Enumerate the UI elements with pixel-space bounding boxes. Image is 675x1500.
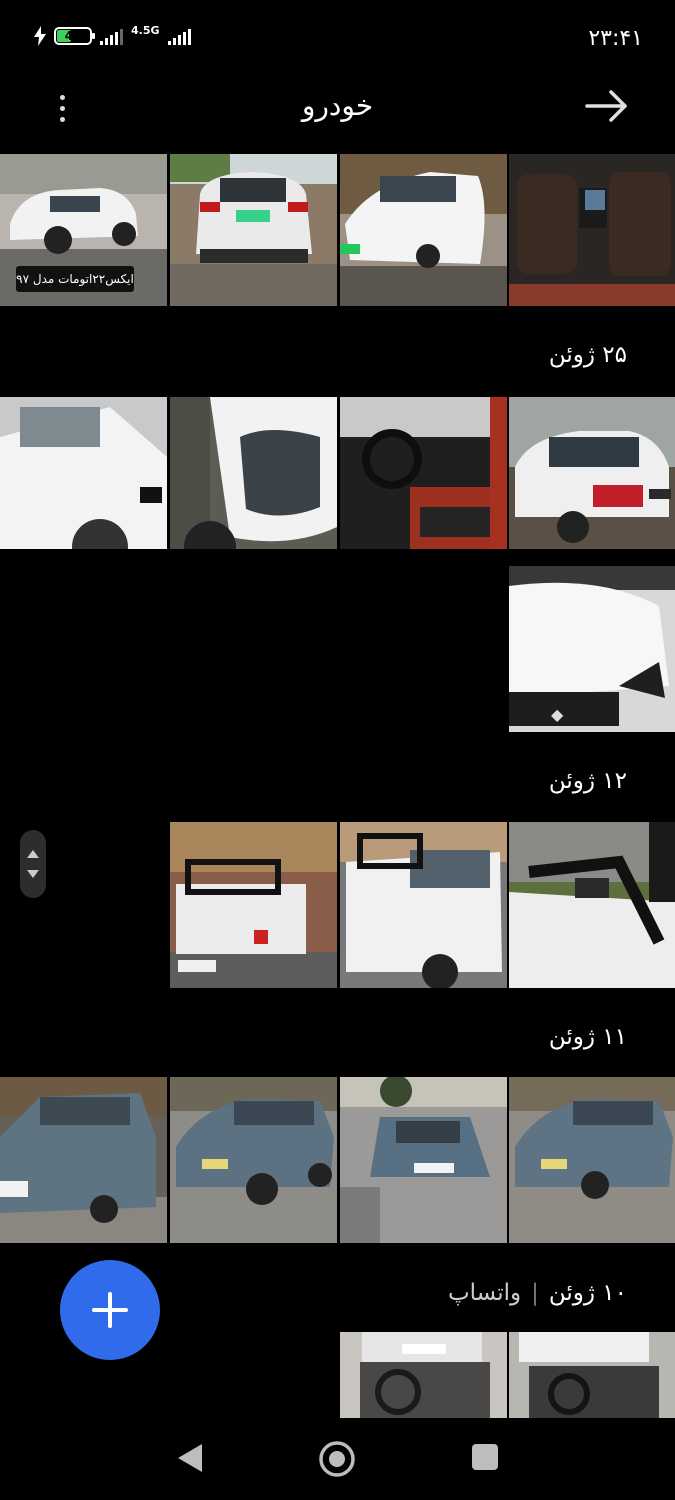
section-date: ۱۰ ژوئن	[548, 1280, 627, 1306]
date-header: ۱۱ ژوئن	[549, 1024, 627, 1050]
scroll-arrows-icon	[27, 850, 39, 878]
section-date: ۱۱ ژوئن	[548, 1024, 627, 1050]
nav-home-icon[interactable]	[318, 1440, 356, 1478]
photo-thumbnail[interactable]	[0, 397, 167, 549]
photo-thumbnail[interactable]	[340, 1332, 507, 1418]
photo-thumbnail[interactable]	[340, 154, 507, 306]
photo-thumbnail[interactable]	[509, 154, 675, 306]
nav-recents-icon[interactable]	[468, 1440, 502, 1474]
network-type: 4.5G	[131, 23, 160, 37]
photo-thumbnail[interactable]	[0, 1077, 167, 1243]
status-bar: 42 4.5G ۲۳:۴۱	[0, 0, 675, 76]
photo-thumbnail[interactable]	[509, 1077, 675, 1243]
signal-icon-2	[167, 27, 191, 45]
battery-icon: 42	[54, 27, 95, 45]
charging-icon	[34, 26, 46, 46]
photo-thumbnail[interactable]	[170, 822, 337, 988]
signal-icon	[100, 27, 123, 45]
photo-thumbnail[interactable]	[340, 1077, 507, 1243]
photo-thumbnail[interactable]	[340, 397, 507, 549]
date-header: ۱۰ ژوئن | واتساپ	[448, 1280, 627, 1306]
photo-thumbnail[interactable]	[170, 154, 337, 306]
photo-thumbnail[interactable]	[509, 822, 675, 988]
header-divider: |	[531, 1280, 539, 1306]
status-indicators: 42 4.5G	[34, 23, 191, 46]
photo-thumbnail[interactable]: ایکس۲۲اتومات مدل ۹۷	[0, 154, 167, 306]
nav-back-icon[interactable]	[174, 1440, 204, 1476]
photo-caption: ایکس۲۲اتومات مدل ۹۷	[16, 266, 134, 292]
clock: ۲۳:۴۱	[588, 26, 643, 51]
battery-level: 42	[64, 29, 82, 43]
date-header: ۱۲ ژوئن	[549, 768, 627, 794]
section-date: ۱۲ ژوئن	[548, 768, 627, 794]
photo-thumbnail[interactable]	[340, 822, 507, 988]
arrow-forward-icon	[585, 90, 627, 122]
app-bar: خودرو	[0, 76, 675, 146]
photo-thumbnail[interactable]	[170, 1077, 337, 1243]
album-title: خودرو	[301, 89, 374, 122]
section-date: ۲۵ ژوئن	[548, 342, 627, 368]
photo-thumbnail[interactable]	[170, 397, 337, 549]
system-nav-bar	[0, 1418, 675, 1500]
section-source: واتساپ	[448, 1280, 522, 1306]
date-header: ۲۵ ژوئن	[549, 342, 627, 368]
add-icon	[92, 1292, 128, 1328]
photo-thumbnail[interactable]: ◆	[509, 566, 675, 732]
svg-text:◆: ◆	[551, 705, 564, 724]
back-button[interactable]	[579, 84, 635, 128]
photo-thumbnail[interactable]	[509, 1332, 675, 1418]
photo-thumbnail[interactable]	[509, 397, 675, 549]
add-button[interactable]	[60, 1260, 160, 1360]
fast-scroll-handle[interactable]	[20, 830, 46, 898]
